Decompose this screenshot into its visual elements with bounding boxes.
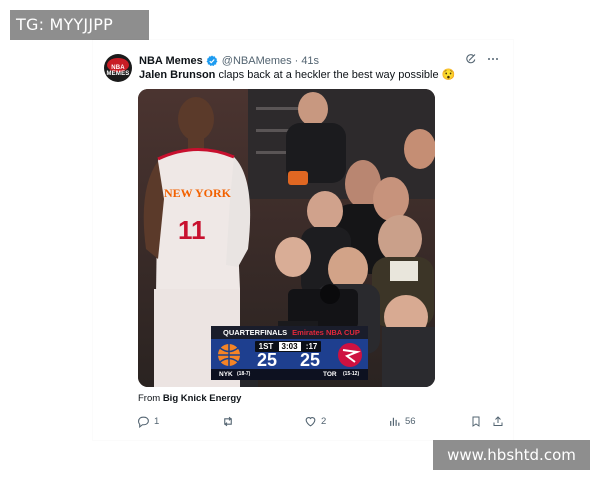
views-button[interactable]: 56 (388, 413, 416, 429)
raptors-logo-icon (338, 343, 362, 367)
away-score: 25 (300, 350, 321, 370)
author-row: NBA Memes @NBAMemes · 41s (139, 53, 319, 69)
tweet-text-body: claps back at a heckler the best way pos… (215, 69, 456, 81)
like-count: 2 (321, 415, 327, 427)
post-time[interactable]: 41s (301, 55, 319, 67)
scorebug-teams: NYK (18-7) TOR (15-12) (211, 369, 368, 380)
tweet-top-actions (465, 52, 499, 70)
avatar-logo-text: NBA MEMES (106, 65, 130, 77)
view-count: 56 (405, 415, 416, 427)
repost-button[interactable] (221, 413, 235, 429)
like-button[interactable]: 2 (304, 413, 326, 429)
scorebug-main: 1ST 3:03 :17 25 25 (211, 339, 368, 369)
repost-icon (224, 416, 232, 426)
views-chart-icon (390, 417, 400, 426)
more-options-icon[interactable] (487, 52, 499, 70)
media-source: From Big Knick Energy (138, 393, 241, 404)
source-account-link[interactable]: Big Knick Energy (163, 393, 242, 404)
clock-time: 3:03 (278, 342, 301, 351)
reply-button[interactable]: 1 (137, 413, 159, 429)
bookmark-icon (472, 416, 480, 427)
from-label: From (138, 393, 161, 404)
tweet-card[interactable]: NBA MEMES NBA Memes @NBAMemes · 41s Jale… (93, 40, 513, 440)
heart-icon (305, 416, 316, 426)
home-score: 25 (257, 350, 278, 370)
scorebug-cup: Emirates NBA CUP (292, 328, 360, 337)
share-icon (493, 415, 503, 426)
watermark-bottom: www.hbshtd.com (433, 440, 590, 470)
jersey-team-text: NEW YORK (164, 186, 232, 200)
tweet-actions: 1 2 56 (137, 413, 507, 429)
scorebug-round: QUARTERFINALS (223, 328, 288, 337)
reply-icon (138, 416, 149, 428)
scorebug: QUARTERFINALS Emirates NBA CUP 1ST 3:03 :… (211, 326, 368, 380)
verified-badge-icon (206, 55, 218, 67)
grok-icon[interactable] (465, 52, 477, 70)
bookmark-button[interactable] (470, 413, 482, 429)
tweet-video[interactable]: NEW YORK 11 QUARTERFINALS Emirates NBA CU… (138, 89, 435, 387)
tweet-text: Jalen Brunson claps back at a heckler th… (139, 68, 455, 81)
jersey-number: 11 (178, 215, 206, 245)
author-handle[interactable]: @NBAMemes (222, 55, 292, 67)
separator-dot: · (294, 55, 299, 67)
share-button[interactable] (492, 413, 504, 429)
home-team: NYK (219, 371, 233, 378)
knicks-logo-icon (218, 344, 240, 366)
watermark-top: TG: MYYJJPP (10, 10, 149, 40)
reply-count: 1 (154, 415, 160, 427)
tweet-text-subject: Jalen Brunson (139, 69, 216, 81)
avatar[interactable]: NBA MEMES (104, 54, 132, 82)
author-name[interactable]: NBA Memes (139, 55, 203, 67)
home-record: (18-7) (237, 371, 251, 377)
away-record: (15-12) (343, 371, 360, 377)
scorebug-header: QUARTERFINALS Emirates NBA CUP (211, 326, 368, 339)
away-team: TOR (323, 371, 337, 378)
